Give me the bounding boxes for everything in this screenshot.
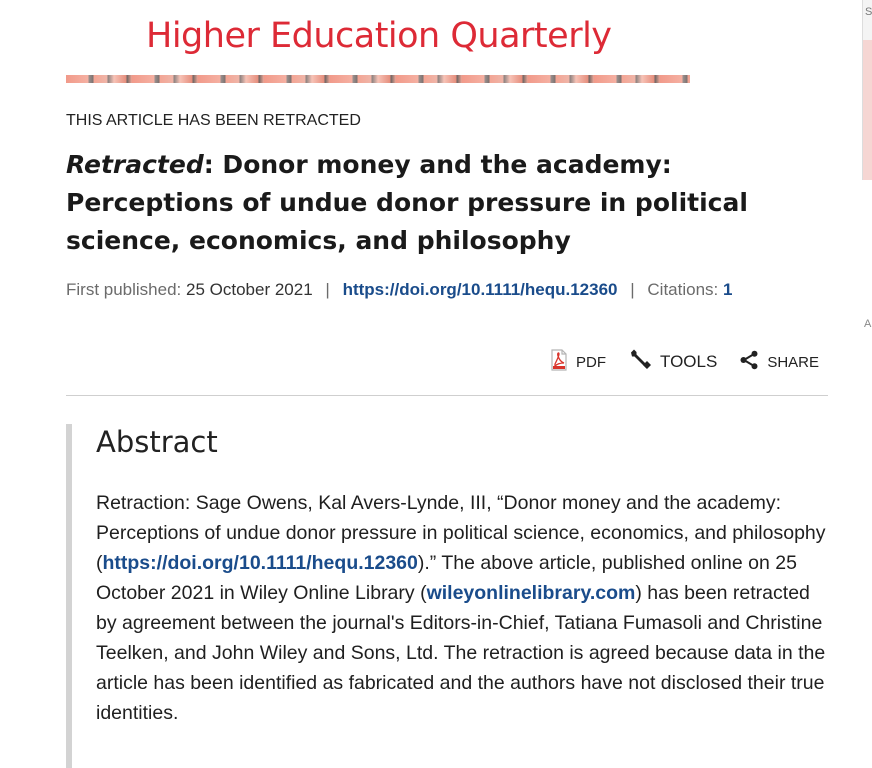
pdf-label: PDF xyxy=(576,353,606,371)
abstract-doi-link[interactable]: https://doi.org/10.1111/hequ.12360 xyxy=(103,552,418,574)
first-published-label: First published: xyxy=(66,280,182,299)
first-published-date: 25 October 2021 xyxy=(186,280,313,299)
share-button[interactable]: SHARE xyxy=(739,350,819,375)
doi-link[interactable]: https://doi.org/10.1111/hequ.12360 xyxy=(343,280,618,299)
pdf-icon xyxy=(550,348,568,376)
journal-banner-stripe xyxy=(66,75,690,83)
meta-separator: | xyxy=(325,280,330,299)
pdf-button[interactable]: PDF xyxy=(550,348,606,376)
tools-button[interactable]: TOOLS xyxy=(628,348,717,377)
side-panel-mark: A xyxy=(864,318,872,330)
publication-meta: First published: 25 October 2021 | https… xyxy=(66,280,732,300)
wiley-online-library-link[interactable]: wileyonlinelibrary.com xyxy=(427,582,636,604)
section-divider xyxy=(66,395,828,396)
article-title-prefix: Retracted xyxy=(66,150,204,179)
article-toolbar: PDF TOOLS SHARE xyxy=(550,348,819,376)
meta-separator: | xyxy=(630,280,635,299)
journal-banner[interactable]: Higher Education Quarterly xyxy=(66,0,690,84)
abstract-text: Retraction: Sage Owens, Kal Avers-Lynde,… xyxy=(96,488,831,728)
journal-title[interactable]: Higher Education Quarterly xyxy=(146,16,612,56)
retraction-notice: THIS ARTICLE HAS BEEN RETRACTED xyxy=(66,112,361,129)
citations-label: Citations: xyxy=(647,280,719,299)
wrench-icon xyxy=(628,348,652,377)
citations-count-link[interactable]: 1 xyxy=(723,280,732,299)
article-title: Retracted: Donor money and the academy: … xyxy=(66,146,846,260)
tools-label: TOOLS xyxy=(660,352,718,371)
side-panel-accent xyxy=(863,40,872,180)
abstract-heading: Abstract xyxy=(96,425,218,459)
share-icon xyxy=(739,350,759,375)
abstract-left-rule xyxy=(66,424,72,768)
share-label: SHARE xyxy=(767,353,820,371)
side-panel-mark: S xyxy=(865,6,872,18)
